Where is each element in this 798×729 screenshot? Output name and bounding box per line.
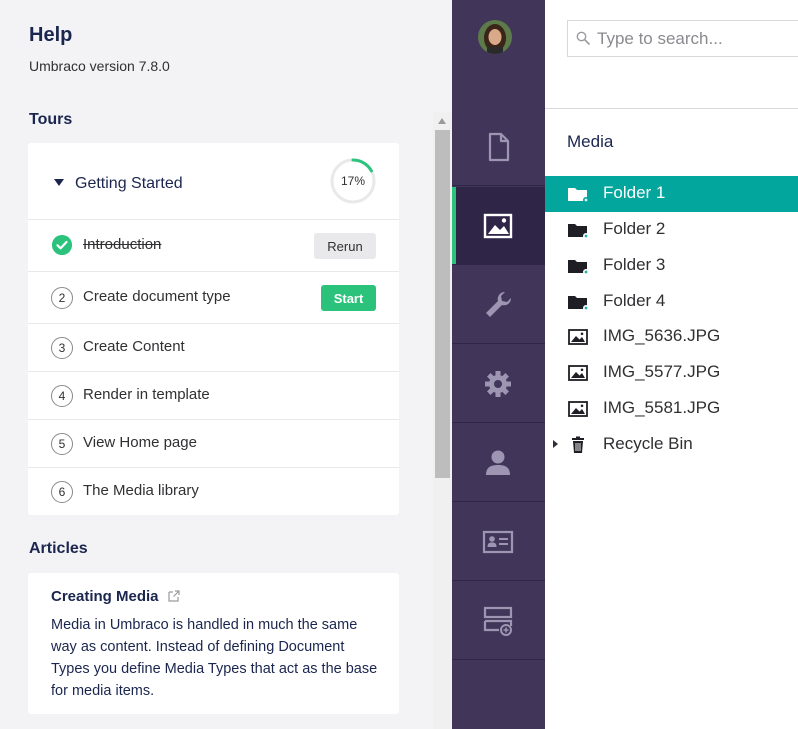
tree-item-label[interactable]: IMG_5581.JPG <box>603 398 720 418</box>
tour-group-getting-started[interactable]: Getting Started 17% <box>28 143 399 220</box>
user-avatar[interactable] <box>478 20 512 54</box>
tree-item-img-5581[interactable]: IMG_5581.JPG <box>545 391 798 427</box>
start-button[interactable]: Start <box>321 285 376 311</box>
caret-right-icon[interactable] <box>553 440 558 448</box>
progress-percent: 17% <box>340 174 366 188</box>
articles-heading: Articles <box>29 540 88 557</box>
step-number: 3 <box>51 337 73 359</box>
tree-item-recycle-bin[interactable]: Recycle Bin <box>545 427 798 463</box>
id-card-icon <box>482 530 514 554</box>
gear-icon <box>485 371 511 397</box>
wrench-icon <box>486 291 512 317</box>
tour-step-label: Create document type <box>83 288 231 305</box>
tree-item-folder-1[interactable]: Folder 1 <box>545 176 798 212</box>
tour-step-create-document-type: 2 Create document type Start <box>28 272 399 324</box>
tree-root-media[interactable]: Media <box>567 132 613 152</box>
tree-item-label[interactable]: IMG_5636.JPG <box>603 326 720 346</box>
tour-step-media-library: 6 The Media library <box>28 468 399 516</box>
folder-icon <box>568 260 589 275</box>
tour-step-view-home-page: 5 View Home page <box>28 420 399 468</box>
search-input[interactable]: Type to search... <box>567 20 798 57</box>
tree-item-folder-3[interactable]: Folder 3 <box>545 248 798 284</box>
active-indicator <box>452 187 456 264</box>
image-file-icon <box>568 401 588 417</box>
tree-item-label[interactable]: IMG_5577.JPG <box>603 362 720 382</box>
search-icon <box>576 31 590 45</box>
check-circle-icon <box>52 235 72 255</box>
folder-icon <box>568 188 589 203</box>
section-members[interactable] <box>452 503 545 581</box>
article-title-link[interactable]: Creating Media <box>51 588 159 605</box>
tree-item-label[interactable]: Folder 2 <box>603 219 665 239</box>
tree-item-folder-4[interactable]: Folder 4 <box>545 284 798 320</box>
tours-heading: Tours <box>29 111 73 128</box>
section-developer[interactable] <box>452 345 545 423</box>
search-placeholder: Type to search... <box>597 29 723 48</box>
section-settings[interactable] <box>452 266 545 344</box>
article-body: Media in Umbraco is handled in much the … <box>51 617 378 699</box>
tour-step-create-content: 3 Create Content <box>28 324 399 372</box>
image-file-icon <box>568 365 588 381</box>
tree-item-img-5577[interactable]: IMG_5577.JPG <box>545 355 798 391</box>
external-link-icon[interactable] <box>167 589 181 603</box>
tour-step-introduction: Introduction Rerun <box>28 220 399 272</box>
user-icon <box>486 450 510 475</box>
tour-step-render-in-template: 4 Render in template <box>28 372 399 420</box>
tree-item-label[interactable]: Folder 1 <box>603 183 665 203</box>
tour-step-label: Create Content <box>83 338 185 355</box>
tour-group-title[interactable]: Getting Started <box>75 175 183 193</box>
avatar-icon[interactable] <box>478 20 512 54</box>
step-number: 2 <box>51 287 73 309</box>
scroll-thumb[interactable] <box>435 130 450 478</box>
tour-step-label: View Home page <box>83 434 197 451</box>
tour-step-label: Render in template <box>83 386 210 403</box>
section-users[interactable] <box>452 424 545 502</box>
help-title: Help <box>29 24 73 46</box>
tree-item-label[interactable]: Folder 3 <box>603 255 665 275</box>
tree-item-label[interactable]: Recycle Bin <box>603 434 693 454</box>
scroll-up-icon[interactable] <box>438 118 446 124</box>
help-scrollbar[interactable] <box>433 112 452 729</box>
caret-down-icon[interactable] <box>54 179 64 186</box>
step-number: 4 <box>51 385 73 407</box>
form-add-icon <box>483 606 513 636</box>
tours-card: Getting Started 17% Introduction Rerun 2… <box>28 143 399 515</box>
step-number: 6 <box>51 481 73 503</box>
step-number: 5 <box>51 433 73 455</box>
divider <box>545 108 798 109</box>
folder-icon <box>568 224 589 239</box>
section-content[interactable] <box>452 108 545 186</box>
version-label: Umbraco version 7.8.0 <box>29 58 170 74</box>
tree-item-label[interactable]: Folder 4 <box>603 291 665 311</box>
tour-step-label: Introduction <box>83 236 162 253</box>
folder-icon <box>568 296 589 311</box>
help-drawer: Help Umbraco version 7.8.0 Tours Getting… <box>0 0 433 729</box>
rerun-button[interactable]: Rerun <box>314 233 376 259</box>
image-icon <box>483 213 513 239</box>
section-media[interactable] <box>452 187 545 265</box>
tree-item-img-5636[interactable]: IMG_5636.JPG <box>545 319 798 355</box>
image-file-icon <box>568 329 588 345</box>
tour-step-label: The Media library <box>83 482 199 499</box>
tree-item-folder-2[interactable]: Folder 2 <box>545 212 798 248</box>
document-icon <box>488 132 510 162</box>
article-card[interactable]: Creating Media Media in Umbraco is handl… <box>28 573 399 714</box>
section-forms[interactable] <box>452 582 545 660</box>
trash-icon <box>572 436 584 453</box>
